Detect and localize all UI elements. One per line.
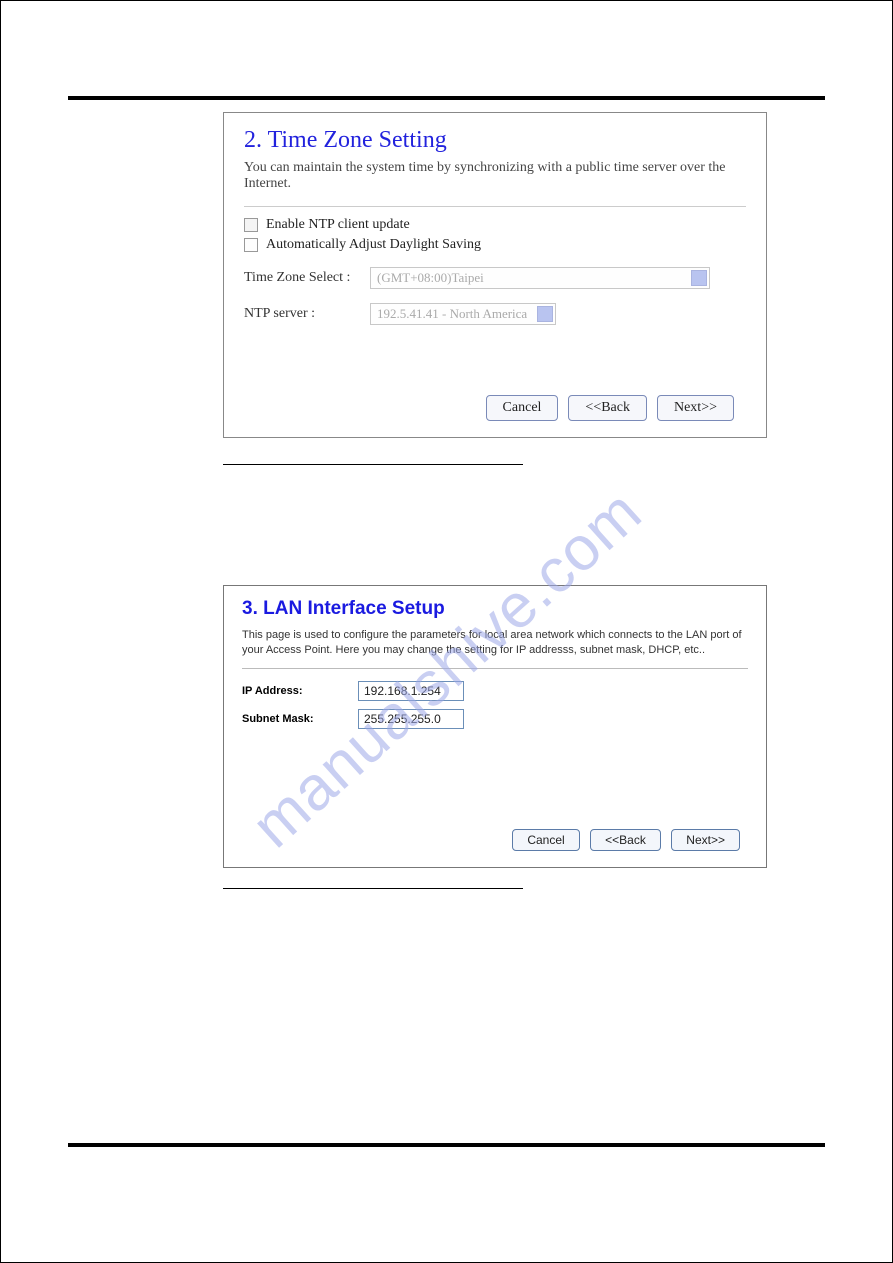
cancel-button[interactable]: Cancel bbox=[512, 829, 579, 851]
ntp-server-select[interactable]: 192.5.41.41 - North America bbox=[370, 303, 556, 325]
panel2-button-row: Cancel <<Back Next>> bbox=[242, 829, 748, 851]
next-button[interactable]: Next>> bbox=[657, 395, 734, 421]
timezone-label: Time Zone Select : bbox=[244, 270, 370, 286]
document-page: manualshive.com 2. Time Zone Setting You… bbox=[0, 0, 893, 1263]
panel1-divider bbox=[244, 206, 746, 207]
panel1-description: You can maintain the system time by sync… bbox=[244, 160, 746, 192]
figure-caption-line-1 bbox=[223, 464, 523, 465]
subnet-mask-label: Subnet Mask: bbox=[242, 713, 358, 725]
top-horizontal-rule bbox=[68, 96, 825, 100]
time-zone-setting-panel: 2. Time Zone Setting You can maintain th… bbox=[223, 112, 767, 438]
timezone-select-row: Time Zone Select : (GMT+08:00)Taipei bbox=[244, 267, 746, 289]
ntp-server-value: 192.5.41.41 - North America bbox=[377, 306, 527, 322]
panel2-divider bbox=[242, 668, 748, 669]
ntp-enable-row[interactable]: Enable NTP client update bbox=[244, 217, 746, 233]
cancel-button[interactable]: Cancel bbox=[486, 395, 559, 421]
checkbox-icon[interactable] bbox=[244, 218, 258, 232]
next-button[interactable]: Next>> bbox=[671, 829, 740, 851]
ntp-server-row: NTP server : 192.5.41.41 - North America bbox=[244, 303, 746, 325]
back-button[interactable]: <<Back bbox=[568, 395, 647, 421]
ip-address-input[interactable] bbox=[358, 681, 464, 701]
dropdown-icon[interactable] bbox=[537, 306, 553, 322]
panel1-button-row: Cancel <<Back Next>> bbox=[244, 395, 746, 421]
ip-address-row: IP Address: bbox=[242, 681, 748, 701]
ntp-server-label: NTP server : bbox=[244, 306, 370, 322]
dropdown-icon[interactable] bbox=[691, 270, 707, 286]
daylight-saving-row[interactable]: Automatically Adjust Daylight Saving bbox=[244, 237, 746, 253]
ip-address-label: IP Address: bbox=[242, 685, 358, 697]
subnet-mask-row: Subnet Mask: bbox=[242, 709, 748, 729]
panel1-title: 2. Time Zone Setting bbox=[244, 127, 746, 154]
timezone-value: (GMT+08:00)Taipei bbox=[377, 270, 484, 286]
daylight-saving-label: Automatically Adjust Daylight Saving bbox=[266, 237, 481, 253]
figure-caption-line-2 bbox=[223, 888, 523, 889]
timezone-select[interactable]: (GMT+08:00)Taipei bbox=[370, 267, 710, 289]
lan-interface-setup-panel: 3. LAN Interface Setup This page is used… bbox=[223, 585, 767, 868]
panel2-description: This page is used to configure the param… bbox=[242, 628, 748, 658]
back-button[interactable]: <<Back bbox=[590, 829, 661, 851]
subnet-mask-input[interactable] bbox=[358, 709, 464, 729]
checkbox-icon[interactable] bbox=[244, 238, 258, 252]
ntp-enable-label: Enable NTP client update bbox=[266, 217, 410, 233]
panel2-title: 3. LAN Interface Setup bbox=[242, 598, 748, 620]
bottom-horizontal-rule bbox=[68, 1143, 825, 1147]
